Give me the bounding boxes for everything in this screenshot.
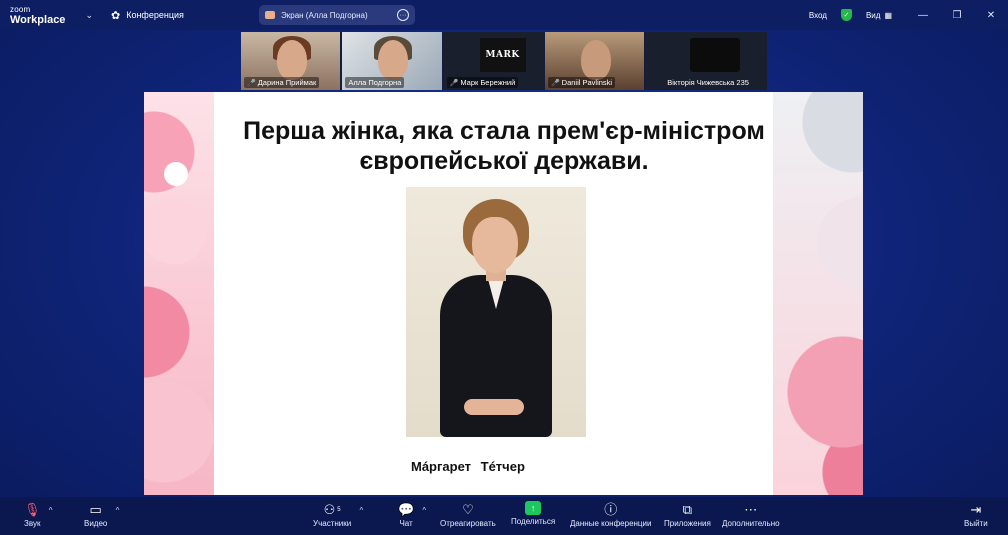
view-button[interactable]: Вид ▦ bbox=[866, 11, 892, 20]
chat-label: Чат bbox=[399, 519, 413, 528]
logo-big-text: Workplace bbox=[10, 13, 66, 26]
shared-screen: Перша жінка, яка стала прем'єр-міністром… bbox=[144, 92, 863, 495]
person-face bbox=[378, 40, 409, 80]
slide-title-line: європейської держави. bbox=[359, 147, 649, 175]
info-label: Данные конференции bbox=[570, 519, 652, 528]
person-face bbox=[277, 40, 307, 80]
participant-name-tag: Алла Подгорна bbox=[345, 77, 405, 88]
video-button[interactable]: ▭ Видео ^ bbox=[84, 501, 119, 528]
login-label: Вход bbox=[808, 10, 827, 20]
mic-off-icon: 🎤 bbox=[550, 79, 560, 87]
share-screen-icon: ↑ bbox=[525, 501, 542, 515]
avatar: MARK bbox=[479, 38, 526, 72]
participant-name: Daniil Pavlinski bbox=[561, 78, 613, 87]
participant-name: Дарина Приймак bbox=[257, 78, 317, 87]
participant-tile[interactable]: Вікторія Чижевська 235 bbox=[646, 32, 767, 90]
view-label: Вид bbox=[865, 10, 881, 20]
paw-icon: ✿ bbox=[110, 9, 121, 22]
people-icon: ⚇ 5 bbox=[323, 502, 341, 517]
meeting-info-button[interactable]: ✿ Конференция bbox=[111, 9, 184, 22]
leave-button[interactable]: ⇥ Выйти bbox=[964, 501, 988, 528]
logo-small-text: zoom bbox=[10, 4, 31, 14]
participant-name-tag: Вікторія Чижевська 235 bbox=[664, 77, 752, 88]
more-label: Дополнительно bbox=[722, 519, 780, 528]
portrait-hands bbox=[464, 399, 524, 415]
apps-button[interactable]: ⧉ Приложения bbox=[664, 501, 711, 528]
participant-tile[interactable]: Алла Подгорна bbox=[342, 32, 442, 90]
participant-tile[interactable]: 🎤 Daniil Pavlinski bbox=[544, 32, 645, 90]
participants-count: 5 bbox=[337, 507, 341, 513]
participants-label: Участники bbox=[313, 519, 352, 528]
minimize-button[interactable]: — bbox=[906, 10, 940, 21]
participants-button[interactable]: ⚇ 5 Участники ^ bbox=[313, 501, 363, 528]
portrait-face bbox=[472, 217, 518, 273]
share-button[interactable]: ↑ Поделиться bbox=[511, 501, 555, 526]
chevron-down-icon[interactable]: ⌄ bbox=[85, 10, 93, 21]
more-button[interactable]: ⋯ Дополнительно bbox=[722, 501, 780, 528]
mic-off-icon: 🎙 bbox=[24, 502, 41, 517]
participant-name: Вікторія Чижевська 235 bbox=[667, 78, 749, 87]
participant-strip: 🎤 Дарина Приймак Алла Подгорна MARK 🎤 Ма… bbox=[241, 32, 767, 90]
sharer-avatar bbox=[265, 11, 275, 19]
shield-icon: ✓ bbox=[840, 9, 852, 21]
apps-label: Приложения bbox=[664, 519, 711, 528]
slide-title-line: Перша жінка, яка стала прем'єр-міністром bbox=[243, 117, 765, 145]
chevron-up-icon[interactable]: ^ bbox=[49, 506, 53, 515]
close-button[interactable]: ✕ bbox=[974, 10, 1008, 21]
portrait-photo bbox=[406, 187, 586, 437]
restore-button[interactable]: ❐ bbox=[940, 10, 974, 21]
participant-name-tag: 🎤 Марк Бережний bbox=[446, 77, 519, 88]
chat-icon: 💬 bbox=[398, 502, 415, 517]
video-label: Видео bbox=[84, 519, 108, 528]
mic-off-icon: 🎤 bbox=[449, 79, 459, 87]
screen-share-indicator[interactable]: Экран (Алла Подгорна) ··· bbox=[259, 5, 415, 25]
more-icon: ⋯ bbox=[744, 502, 758, 517]
info-icon: ⓘ bbox=[604, 502, 618, 517]
reactions-button[interactable]: ♡ Отреагировать bbox=[440, 501, 496, 528]
chevron-up-icon[interactable]: ^ bbox=[422, 506, 426, 515]
grid-icon: ▦ bbox=[884, 10, 892, 20]
chevron-up-icon[interactable]: ^ bbox=[359, 506, 363, 515]
react-label: Отреагировать bbox=[440, 519, 496, 528]
participant-name: Алла Подгорна bbox=[348, 78, 402, 87]
chevron-up-icon[interactable]: ^ bbox=[116, 506, 120, 515]
titlebar-right: Вход ✓ Вид ▦ — ❐ ✕ bbox=[809, 0, 1008, 30]
apps-icon: ⧉ bbox=[682, 502, 693, 517]
leave-icon: ⇥ bbox=[970, 502, 982, 517]
share-label: Поделиться bbox=[511, 517, 556, 526]
slide-title: Перша жінка, яка стала прем'єр-міністром… bbox=[204, 116, 804, 176]
chat-button[interactable]: 💬 Чат ^ bbox=[398, 501, 426, 528]
share-label: Экран (Алла Подгорна) bbox=[281, 10, 368, 20]
meeting-info-button[interactable]: ⓘ Данные конференции bbox=[570, 501, 651, 528]
zoom-logo: zoom Workplace bbox=[10, 5, 65, 26]
participant-name-tag: 🎤 Дарина Приймак bbox=[244, 77, 320, 88]
meeting-toolbar: 🎙 Звук ^ ▭ Видео ^ ⚇ 5 Участники ^ 💬 Чат … bbox=[0, 497, 1008, 535]
security-shield[interactable]: ✓ bbox=[840, 9, 852, 21]
audio-button[interactable]: 🎙 Звук ^ bbox=[24, 501, 53, 528]
avatar bbox=[690, 38, 741, 72]
meeting-label: Конференция bbox=[126, 10, 184, 20]
participant-tile[interactable]: 🎤 Дарина Приймак bbox=[241, 32, 341, 90]
decoration-circle bbox=[164, 162, 188, 186]
more-icon[interactable]: ··· bbox=[397, 9, 409, 21]
login-button[interactable]: Вход bbox=[809, 11, 827, 20]
slide-caption: Мáргарет Тéтчер bbox=[411, 459, 525, 474]
heart-icon: ♡ bbox=[462, 502, 474, 517]
leave-label: Выйти bbox=[964, 519, 988, 528]
audio-label: Звук bbox=[24, 519, 41, 528]
mic-off-icon: 🎤 bbox=[247, 79, 256, 87]
participant-name-tag: 🎤 Daniil Pavlinski bbox=[547, 77, 616, 88]
participant-tile[interactable]: MARK 🎤 Марк Бережний bbox=[443, 32, 543, 90]
person-face bbox=[580, 40, 611, 80]
video-camera-icon: ▭ bbox=[89, 502, 102, 517]
participant-name: Марк Бережний bbox=[460, 78, 516, 87]
